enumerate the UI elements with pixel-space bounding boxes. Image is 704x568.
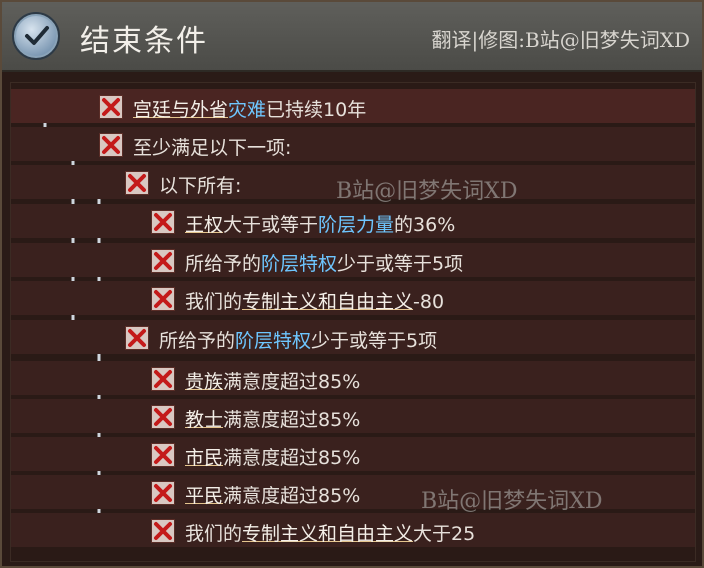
condition-text: 的36% <box>394 214 456 236</box>
condition-label: 平民满意度超过85% <box>185 481 360 508</box>
panel-title: 结束条件 <box>80 24 208 59</box>
end-conditions-panel: 结束条件 翻译|修图:B站@旧梦失词XD 宫廷与外省灾难已持续10年 至少满足以… <box>0 0 704 568</box>
failed-x-icon <box>99 133 123 157</box>
failed-x-icon <box>151 287 175 311</box>
conditions-list: 宫廷与外省灾难已持续10年至少满足以下一项: 以下所有: 王权大于或等于阶层力量的3… <box>10 82 696 562</box>
condition-text: 以下所有: <box>159 175 242 197</box>
condition-row: 所给予的阶层特权少于或等于5项 <box>11 320 695 354</box>
failed-x-icon <box>151 405 175 429</box>
panel-header: 结束条件 翻译|修图:B站@旧梦失词XD <box>2 2 702 72</box>
condition-link[interactable]: 贵族 <box>185 371 223 393</box>
condition-row: 我们的专制主义和自由主义-80 <box>11 281 695 315</box>
condition-text: 满意度超过85% <box>223 409 361 431</box>
condition-text: 至少满足以下一项: <box>133 137 292 159</box>
failed-x-icon <box>151 481 175 505</box>
condition-label: 以下所有: <box>159 171 241 198</box>
check-icon <box>12 12 60 60</box>
condition-text: 所给予的 <box>159 330 236 352</box>
failed-x-icon <box>151 367 175 391</box>
failed-x-icon <box>125 171 149 195</box>
condition-term[interactable]: 阶层特权 <box>235 330 311 352</box>
condition-text: -80 <box>413 291 445 313</box>
condition-text: 我们的 <box>185 291 243 313</box>
condition-term[interactable]: 灾难 <box>228 99 266 121</box>
condition-row: 王权大于或等于阶层力量的36% <box>11 204 695 238</box>
condition-row: 宫廷与外省灾难已持续10年 <box>11 89 695 123</box>
failed-x-icon <box>151 249 175 273</box>
condition-text: 满意度超过85% <box>223 447 361 469</box>
failed-x-icon <box>151 519 175 543</box>
condition-text: 大于25 <box>413 523 476 545</box>
condition-link[interactable]: 王权 <box>185 214 223 236</box>
condition-text: 所给予的 <box>185 253 262 275</box>
condition-text: 少于或等于5项 <box>337 253 464 275</box>
credit-text: 翻译|修图:B站@旧梦失词XD <box>431 28 690 52</box>
condition-label: 市民满意度超过85% <box>185 443 360 470</box>
condition-label: 贵族满意度超过85% <box>185 367 360 394</box>
condition-text: 大于或等于 <box>223 214 319 236</box>
condition-row: 至少满足以下一项: <box>11 127 695 161</box>
condition-label: 所给予的阶层特权少于或等于5项 <box>159 326 437 353</box>
condition-label: 宫廷与外省灾难已持续10年 <box>133 95 366 122</box>
condition-row: 教士满意度超过85% <box>11 399 695 433</box>
condition-text: 我们的 <box>185 523 243 545</box>
condition-link[interactable]: 专制主义和自由主义 <box>242 291 413 313</box>
condition-label: 我们的专制主义和自由主义大于25 <box>185 519 475 546</box>
condition-row: 市民满意度超过85% <box>11 437 695 471</box>
condition-link[interactable]: 教士 <box>185 409 223 431</box>
failed-x-icon <box>151 210 175 234</box>
condition-term[interactable]: 阶层力量 <box>318 214 394 236</box>
failed-x-icon <box>99 95 123 119</box>
condition-link[interactable]: 市民 <box>185 447 223 469</box>
condition-link[interactable]: 专制主义和自由主义 <box>242 523 413 545</box>
failed-x-icon <box>151 443 175 467</box>
condition-row: 所给予的阶层特权少于或等于5项 <box>11 243 695 277</box>
condition-text: 已持续10年 <box>266 99 367 121</box>
condition-text: 少于或等于5项 <box>311 330 438 352</box>
condition-text: 满意度超过85% <box>223 371 361 393</box>
condition-row: 我们的专制主义和自由主义大于25 <box>11 513 695 547</box>
watermark: B站@旧梦失词XD <box>421 489 603 514</box>
condition-label: 所给予的阶层特权少于或等于5项 <box>185 249 463 276</box>
failed-x-icon <box>125 326 149 350</box>
condition-link[interactable]: 平民 <box>185 485 223 507</box>
condition-text: 满意度超过85% <box>223 485 361 507</box>
condition-link[interactable]: 宫廷与外省 <box>133 99 228 121</box>
condition-label: 我们的专制主义和自由主义-80 <box>185 287 444 314</box>
watermark: B站@旧梦失词XD <box>336 179 518 204</box>
condition-label: 王权大于或等于阶层力量的36% <box>185 210 455 237</box>
condition-label: 教士满意度超过85% <box>185 405 360 432</box>
condition-row: 贵族满意度超过85% <box>11 361 695 395</box>
condition-term[interactable]: 阶层特权 <box>261 253 337 275</box>
condition-label: 至少满足以下一项: <box>133 133 291 160</box>
